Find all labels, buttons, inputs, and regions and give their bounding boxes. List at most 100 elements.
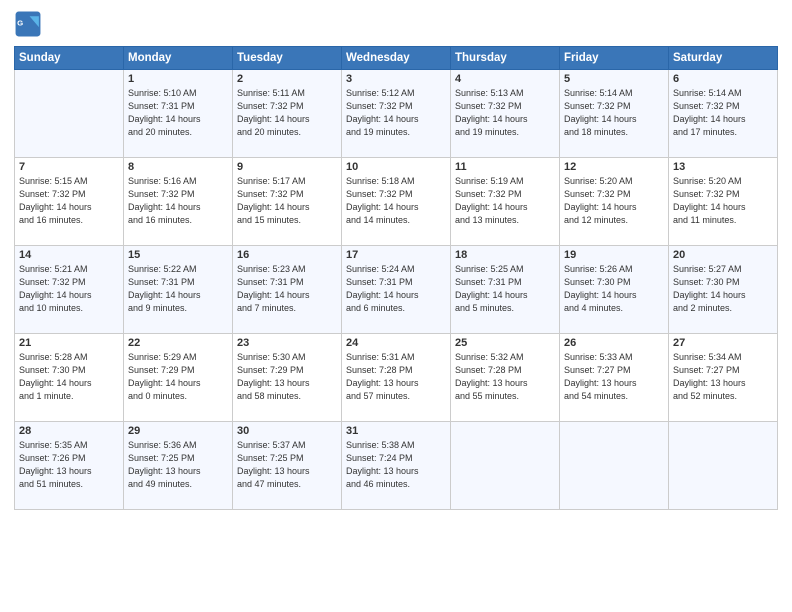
- calendar-page: G SundayMondayTuesdayWednesdayThursdayFr…: [0, 0, 792, 612]
- calendar-cell: 21 Sunrise: 5:28 AM Sunset: 7:30 PM Dayli…: [15, 334, 124, 422]
- day-number: 25: [455, 337, 555, 349]
- day-info: Sunrise: 5:30 AM Sunset: 7:29 PM Dayligh…: [237, 351, 337, 403]
- day-info: Sunrise: 5:23 AM Sunset: 7:31 PM Dayligh…: [237, 263, 337, 315]
- day-number: 16: [237, 249, 337, 261]
- day-info: Sunrise: 5:16 AM Sunset: 7:32 PM Dayligh…: [128, 175, 228, 227]
- day-number: 2: [237, 73, 337, 85]
- day-info: Sunrise: 5:17 AM Sunset: 7:32 PM Dayligh…: [237, 175, 337, 227]
- calendar-cell: 15 Sunrise: 5:22 AM Sunset: 7:31 PM Dayli…: [124, 246, 233, 334]
- logo-icon: G: [14, 10, 42, 38]
- calendar-cell: 6Sunrise: 5:14 AM Sunset: 7:32 PM Daylig…: [669, 70, 778, 158]
- day-info: Sunrise: 5:38 AM Sunset: 7:24 PM Dayligh…: [346, 439, 446, 491]
- calendar-week-row: 14 Sunrise: 5:21 AM Sunset: 7:32 PM Dayli…: [15, 246, 778, 334]
- day-number: 5: [564, 73, 664, 85]
- calendar-cell: 14 Sunrise: 5:21 AM Sunset: 7:32 PM Dayli…: [15, 246, 124, 334]
- day-info: Sunrise: 5:29 AM Sunset: 7:29 PM Dayligh…: [128, 351, 228, 403]
- day-number: 30: [237, 425, 337, 437]
- calendar-cell: 27 Sunrise: 5:34 AM Sunset: 7:27 PM Dayli…: [669, 334, 778, 422]
- day-info: Sunrise: 5:12 AM Sunset: 7:32 PM Dayligh…: [346, 87, 446, 139]
- calendar-cell: 8 Sunrise: 5:16 AM Sunset: 7:32 PM Daylig…: [124, 158, 233, 246]
- calendar-cell: 16 Sunrise: 5:23 AM Sunset: 7:31 PM Dayli…: [233, 246, 342, 334]
- weekday-header-row: SundayMondayTuesdayWednesdayThursdayFrid…: [15, 47, 778, 70]
- day-info: Sunrise: 5:10 AM Sunset: 7:31 PM Dayligh…: [128, 87, 228, 139]
- day-info: Sunrise: 5:37 AM Sunset: 7:25 PM Dayligh…: [237, 439, 337, 491]
- day-info: Sunrise: 5:15 AM Sunset: 7:32 PM Dayligh…: [19, 175, 119, 227]
- day-info: Sunrise: 5:25 AM Sunset: 7:31 PM Dayligh…: [455, 263, 555, 315]
- day-number: 18: [455, 249, 555, 261]
- calendar-cell: 22 Sunrise: 5:29 AM Sunset: 7:29 PM Dayli…: [124, 334, 233, 422]
- day-info: Sunrise: 5:19 AM Sunset: 7:32 PM Dayligh…: [455, 175, 555, 227]
- weekday-header-wednesday: Wednesday: [342, 47, 451, 70]
- calendar-cell: 2Sunrise: 5:11 AM Sunset: 7:32 PM Daylig…: [233, 70, 342, 158]
- day-number: 31: [346, 425, 446, 437]
- day-number: 22: [128, 337, 228, 349]
- calendar-cell: 28 Sunrise: 5:35 AM Sunset: 7:26 PM Dayli…: [15, 422, 124, 510]
- day-number: 12: [564, 161, 664, 173]
- day-info: Sunrise: 5:35 AM Sunset: 7:26 PM Dayligh…: [19, 439, 119, 491]
- weekday-header-monday: Monday: [124, 47, 233, 70]
- calendar-cell: 20 Sunrise: 5:27 AM Sunset: 7:30 PM Dayli…: [669, 246, 778, 334]
- day-number: 10: [346, 161, 446, 173]
- calendar-cell: [669, 422, 778, 510]
- day-info: Sunrise: 5:24 AM Sunset: 7:31 PM Dayligh…: [346, 263, 446, 315]
- calendar-cell: [451, 422, 560, 510]
- day-number: 27: [673, 337, 773, 349]
- weekday-header-thursday: Thursday: [451, 47, 560, 70]
- day-number: 3: [346, 73, 446, 85]
- calendar-table: SundayMondayTuesdayWednesdayThursdayFrid…: [14, 46, 778, 510]
- day-info: Sunrise: 5:28 AM Sunset: 7:30 PM Dayligh…: [19, 351, 119, 403]
- day-info: Sunrise: 5:13 AM Sunset: 7:32 PM Dayligh…: [455, 87, 555, 139]
- day-number: 21: [19, 337, 119, 349]
- calendar-cell: 7 Sunrise: 5:15 AM Sunset: 7:32 PM Daylig…: [15, 158, 124, 246]
- calendar-cell: 23 Sunrise: 5:30 AM Sunset: 7:29 PM Dayli…: [233, 334, 342, 422]
- day-number: 7: [19, 161, 119, 173]
- day-number: 15: [128, 249, 228, 261]
- calendar-cell: 10 Sunrise: 5:18 AM Sunset: 7:32 PM Dayli…: [342, 158, 451, 246]
- calendar-cell: 11 Sunrise: 5:19 AM Sunset: 7:32 PM Dayli…: [451, 158, 560, 246]
- calendar-cell: 18 Sunrise: 5:25 AM Sunset: 7:31 PM Dayli…: [451, 246, 560, 334]
- day-number: 24: [346, 337, 446, 349]
- day-info: Sunrise: 5:14 AM Sunset: 7:32 PM Dayligh…: [564, 87, 664, 139]
- page-header: G: [14, 10, 778, 38]
- calendar-cell: 25Sunrise: 5:32 AM Sunset: 7:28 PM Dayli…: [451, 334, 560, 422]
- calendar-cell: 9 Sunrise: 5:17 AM Sunset: 7:32 PM Daylig…: [233, 158, 342, 246]
- day-number: 29: [128, 425, 228, 437]
- day-info: Sunrise: 5:18 AM Sunset: 7:32 PM Dayligh…: [346, 175, 446, 227]
- logo: G: [14, 10, 46, 38]
- day-number: 11: [455, 161, 555, 173]
- calendar-cell: 1Sunrise: 5:10 AM Sunset: 7:31 PM Daylig…: [124, 70, 233, 158]
- day-info: Sunrise: 5:33 AM Sunset: 7:27 PM Dayligh…: [564, 351, 664, 403]
- calendar-cell: 30 Sunrise: 5:37 AM Sunset: 7:25 PM Dayli…: [233, 422, 342, 510]
- day-info: Sunrise: 5:20 AM Sunset: 7:32 PM Dayligh…: [564, 175, 664, 227]
- day-number: 23: [237, 337, 337, 349]
- calendar-cell: 17 Sunrise: 5:24 AM Sunset: 7:31 PM Dayli…: [342, 246, 451, 334]
- calendar-cell: [560, 422, 669, 510]
- calendar-week-row: 28 Sunrise: 5:35 AM Sunset: 7:26 PM Dayli…: [15, 422, 778, 510]
- day-number: 28: [19, 425, 119, 437]
- calendar-week-row: 1Sunrise: 5:10 AM Sunset: 7:31 PM Daylig…: [15, 70, 778, 158]
- calendar-cell: 19Sunrise: 5:26 AM Sunset: 7:30 PM Dayli…: [560, 246, 669, 334]
- day-number: 9: [237, 161, 337, 173]
- calendar-cell: [15, 70, 124, 158]
- day-info: Sunrise: 5:36 AM Sunset: 7:25 PM Dayligh…: [128, 439, 228, 491]
- weekday-header-tuesday: Tuesday: [233, 47, 342, 70]
- calendar-cell: 12 Sunrise: 5:20 AM Sunset: 7:32 PM Dayli…: [560, 158, 669, 246]
- calendar-cell: 3 Sunrise: 5:12 AM Sunset: 7:32 PM Daylig…: [342, 70, 451, 158]
- day-number: 17: [346, 249, 446, 261]
- weekday-header-sunday: Sunday: [15, 47, 124, 70]
- calendar-cell: 31 Sunrise: 5:38 AM Sunset: 7:24 PM Dayli…: [342, 422, 451, 510]
- day-info: Sunrise: 5:34 AM Sunset: 7:27 PM Dayligh…: [673, 351, 773, 403]
- day-number: 14: [19, 249, 119, 261]
- day-info: Sunrise: 5:21 AM Sunset: 7:32 PM Dayligh…: [19, 263, 119, 315]
- day-info: Sunrise: 5:22 AM Sunset: 7:31 PM Dayligh…: [128, 263, 228, 315]
- day-info: Sunrise: 5:31 AM Sunset: 7:28 PM Dayligh…: [346, 351, 446, 403]
- day-info: Sunrise: 5:27 AM Sunset: 7:30 PM Dayligh…: [673, 263, 773, 315]
- weekday-header-saturday: Saturday: [669, 47, 778, 70]
- day-number: 20: [673, 249, 773, 261]
- calendar-cell: 13Sunrise: 5:20 AM Sunset: 7:32 PM Dayli…: [669, 158, 778, 246]
- svg-text:G: G: [17, 19, 23, 28]
- day-number: 8: [128, 161, 228, 173]
- day-number: 26: [564, 337, 664, 349]
- calendar-week-row: 21 Sunrise: 5:28 AM Sunset: 7:30 PM Dayli…: [15, 334, 778, 422]
- day-number: 6: [673, 73, 773, 85]
